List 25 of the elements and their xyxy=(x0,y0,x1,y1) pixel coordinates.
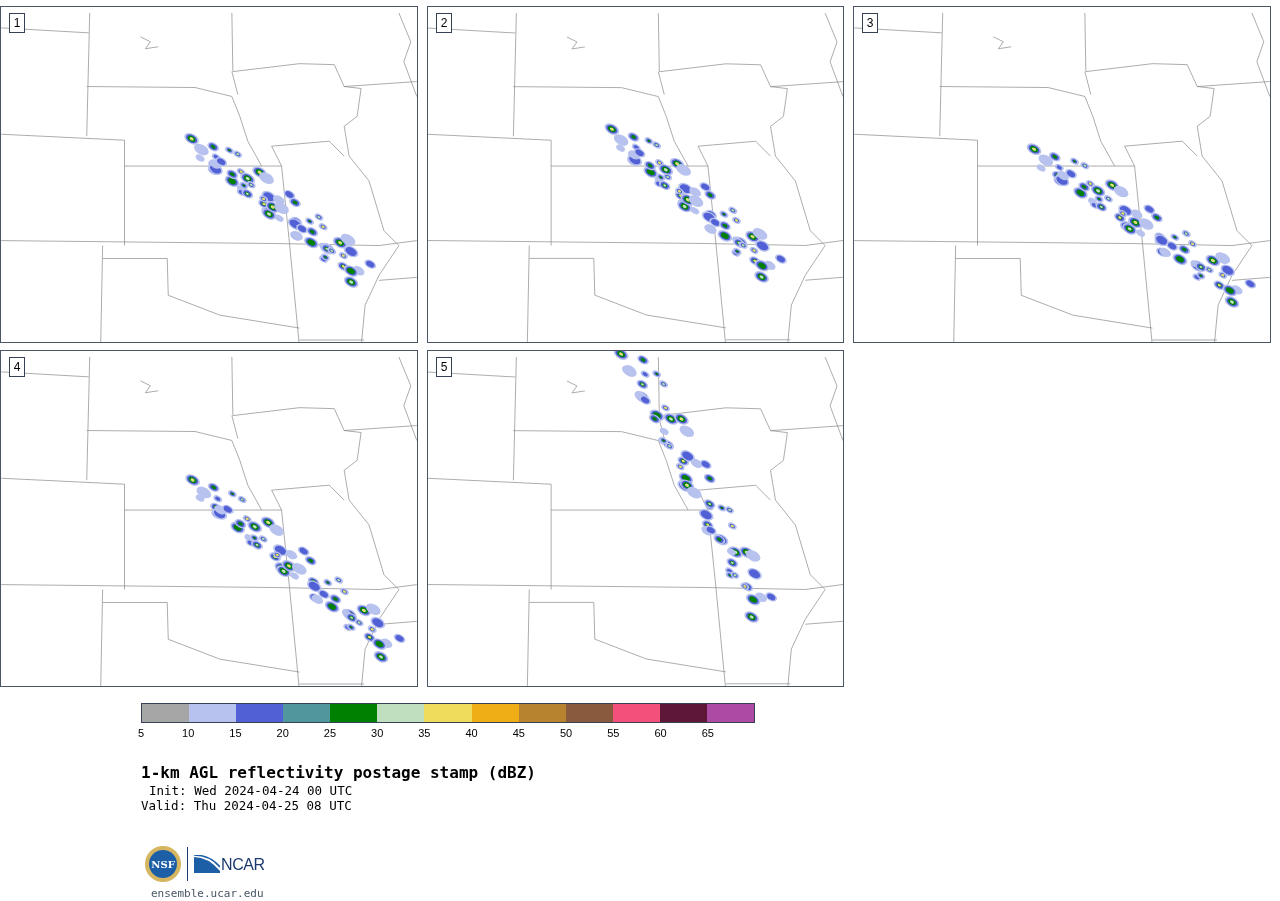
scale-tick-label: 65 xyxy=(701,727,714,740)
website-url: ensemble.ucar.edu xyxy=(151,886,265,901)
scale-tick-label: 15 xyxy=(229,727,242,740)
scale-tick-label: 55 xyxy=(607,727,620,740)
scale-tick-label: 10 xyxy=(182,727,195,740)
ncar-logo-icon xyxy=(194,855,220,873)
init-time: Init: Wed 2024-04-24 00 UTC xyxy=(148,783,354,798)
scale-tick-label: 45 xyxy=(512,727,525,740)
valid-time: Valid: Thu 2024-04-25 08 UTC xyxy=(141,798,353,813)
nsf-logo: NSF xyxy=(145,846,181,882)
scale-tick-label: 5 xyxy=(137,727,145,740)
scale-tick-label: 30 xyxy=(371,727,384,740)
panel-number: 2 xyxy=(436,13,452,33)
scale-tick-label: 60 xyxy=(654,727,667,740)
ncar-logo-text: NCAR xyxy=(221,856,265,873)
panel-number: 1 xyxy=(9,13,25,33)
scale-tick-label: 40 xyxy=(465,727,478,740)
scale-tick-label: 35 xyxy=(418,727,431,740)
panel-number: 5 xyxy=(436,357,452,377)
figure-title: 1-km AGL reflectivity postage stamp (dBZ) xyxy=(141,763,537,783)
scale-tick-label: 50 xyxy=(559,727,573,740)
scale-tick-label: 20 xyxy=(276,727,289,740)
scale-tick-label: 25 xyxy=(323,727,337,740)
panel-number: 3 xyxy=(862,13,878,33)
panel-number: 4 xyxy=(9,357,25,377)
